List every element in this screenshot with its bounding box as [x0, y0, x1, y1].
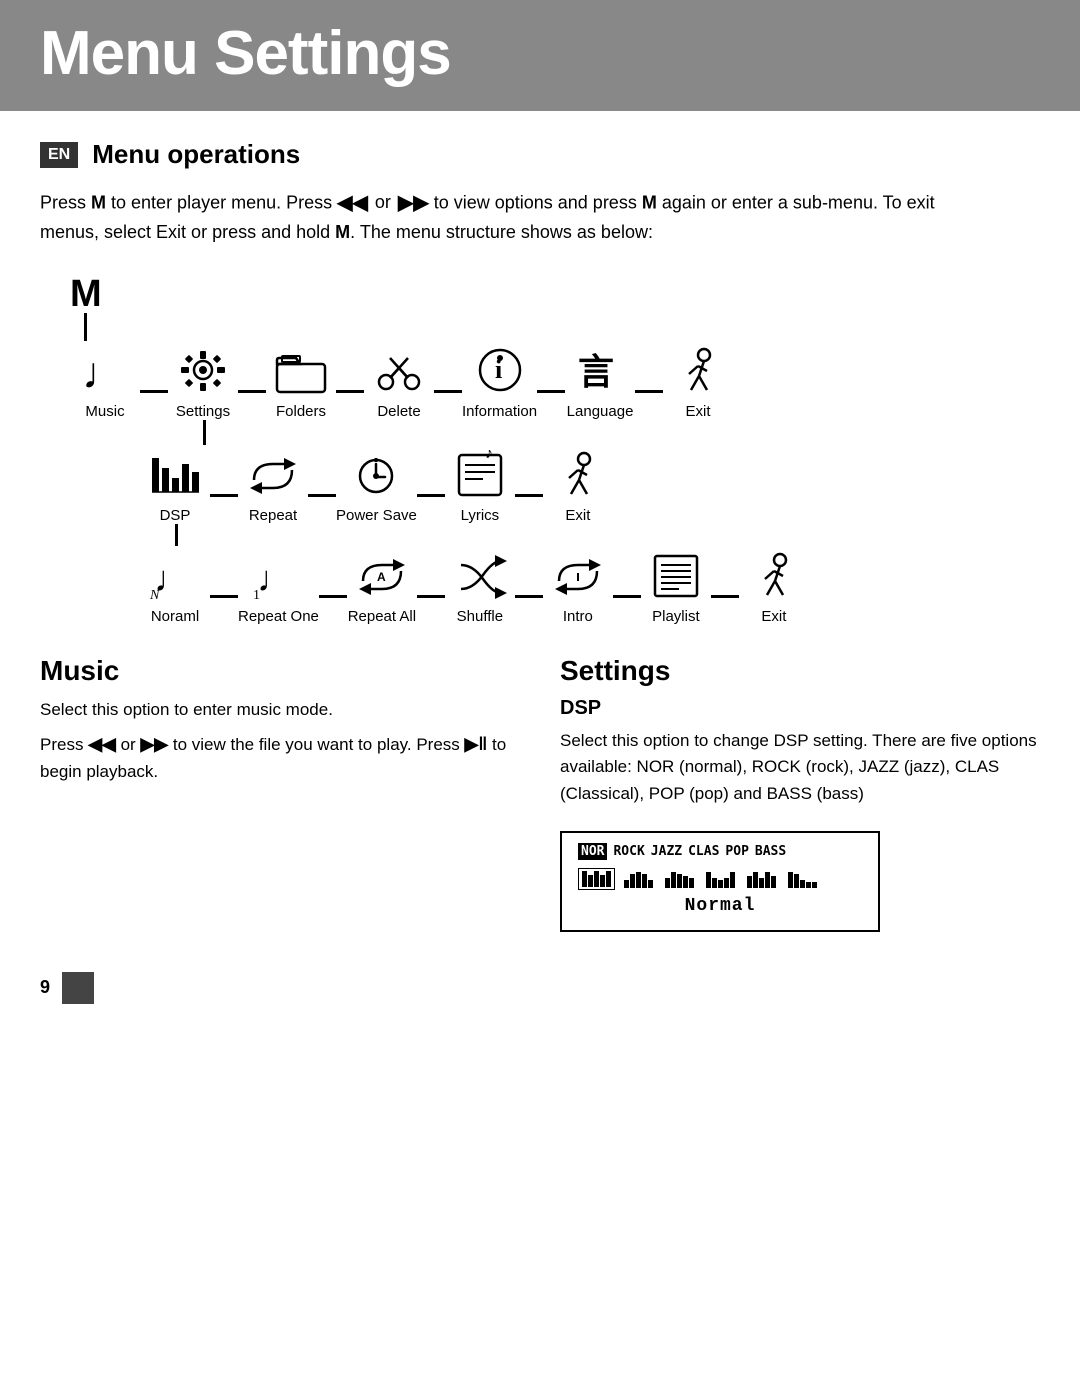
menu-item-shuffle: Shuffle	[445, 546, 515, 625]
intro-icon	[551, 551, 605, 601]
repeat-one-icon: ♩ 1	[251, 551, 305, 601]
dsp-option-bass: BASS	[755, 844, 786, 859]
svg-text:言: 言	[578, 352, 614, 392]
dsp-icon	[148, 450, 202, 500]
menu-item-exit-3: Exit	[739, 546, 809, 625]
shuffle-icon	[453, 551, 507, 601]
menu-row1: ♩ Music	[70, 341, 1040, 420]
menu-item-power-save: Power Save	[336, 445, 417, 524]
menu-item-repeat-all: A Repeat All	[347, 546, 417, 625]
menu-row2: DSP Repeat	[140, 445, 1040, 524]
page-number: 9	[40, 977, 50, 998]
dsp-text: Select this option to change DSP setting…	[560, 728, 1040, 807]
two-col-section: Music Select this option to enter music …	[40, 655, 1040, 932]
exit-icon-3	[747, 551, 801, 601]
menu-item-exit-2: Exit	[543, 445, 613, 524]
folders-icon	[274, 346, 328, 396]
settings-icon	[176, 346, 230, 396]
menu-item-intro: Intro	[543, 546, 613, 625]
menu-item-playlist: Playlist	[641, 546, 711, 625]
power-save-icon	[349, 450, 403, 500]
settings-heading: Settings	[560, 655, 1040, 687]
menu-diagram: M ♩ Music	[70, 275, 1040, 625]
section-header: EN Menu operations	[40, 139, 1040, 170]
svg-text:♩: ♩	[257, 559, 293, 599]
menu-item-music: ♩ Music	[70, 341, 140, 420]
music-heading: Music	[40, 655, 520, 687]
page-title: Menu Settings	[40, 18, 1040, 89]
dsp-normal-label: Normal	[578, 896, 862, 916]
information-icon: i	[473, 346, 527, 396]
repeat-icon	[246, 450, 300, 500]
or-text: or	[375, 192, 391, 212]
dsp-bars-row	[578, 868, 862, 890]
menu-item-exit-1: Exit	[663, 341, 733, 420]
page-square-indicator	[62, 972, 94, 1004]
svg-text:1: 1	[253, 588, 260, 601]
dsp-option-pop: POP	[725, 844, 748, 859]
playlist-icon	[649, 551, 703, 601]
language-icon: 言	[573, 346, 627, 396]
menu-root-m: M	[70, 275, 102, 313]
menu-row3: ♩ N Noraml ♩ 1 Repeat One	[140, 546, 1040, 625]
menu-item-delete: Delete	[364, 341, 434, 420]
section-title: Menu operations	[92, 139, 300, 170]
dsp-option-jazz: JAZZ	[651, 844, 682, 859]
exit-icon-2	[551, 450, 605, 500]
normal-icon: ♩ N	[148, 551, 202, 601]
language-badge: EN	[40, 142, 78, 168]
menu-item-information: i Information	[462, 341, 537, 420]
menu-item-dsp: DSP	[140, 445, 210, 524]
page-footer: 9	[40, 972, 1040, 1004]
music-text1: Select this option to enter music mode.	[40, 697, 520, 723]
menu-item-language: 言 Language	[565, 341, 635, 420]
svg-text:♪: ♪	[485, 450, 493, 462]
music-text-nav: Press ◀◀ or ▶▶ to view the file you want…	[40, 731, 520, 785]
menu-item-settings: Settings	[168, 341, 238, 420]
menu-item-repeat-one: ♩ 1 Repeat One	[238, 546, 319, 625]
svg-text:♩: ♩	[82, 349, 126, 396]
settings-section: Settings DSP Select this option to chang…	[560, 655, 1040, 932]
header-banner: Menu Settings	[0, 0, 1080, 111]
dsp-options-row: NOR ROCK JAZZ CLAS POP BASS	[578, 843, 862, 860]
dsp-option-nor: NOR	[578, 843, 607, 860]
delete-icon	[372, 346, 426, 396]
repeat-all-icon: A	[355, 551, 409, 601]
dsp-option-rock: ROCK	[613, 844, 644, 859]
music-section: Music Select this option to enter music …	[40, 655, 520, 932]
exit-icon-1	[671, 346, 725, 396]
menu-item-repeat: Repeat	[238, 445, 308, 524]
menu-item-folders: Folders	[266, 341, 336, 420]
music-icon: ♩	[78, 346, 132, 396]
svg-text:♩: ♩	[154, 559, 190, 599]
menu-item-normal: ♩ N Noraml	[140, 546, 210, 625]
intro-paragraph: Press M to enter player menu. Press ◀◀ o…	[40, 188, 940, 247]
dsp-heading: DSP	[560, 697, 1040, 720]
dsp-display-box: NOR ROCK JAZZ CLAS POP BASS	[560, 831, 880, 932]
svg-text:A: A	[377, 570, 386, 584]
svg-text:N: N	[149, 588, 160, 601]
menu-item-lyrics: ♪ Lyrics	[445, 445, 515, 524]
dsp-option-clas: CLAS	[688, 844, 719, 859]
lyrics-icon: ♪	[453, 450, 507, 500]
